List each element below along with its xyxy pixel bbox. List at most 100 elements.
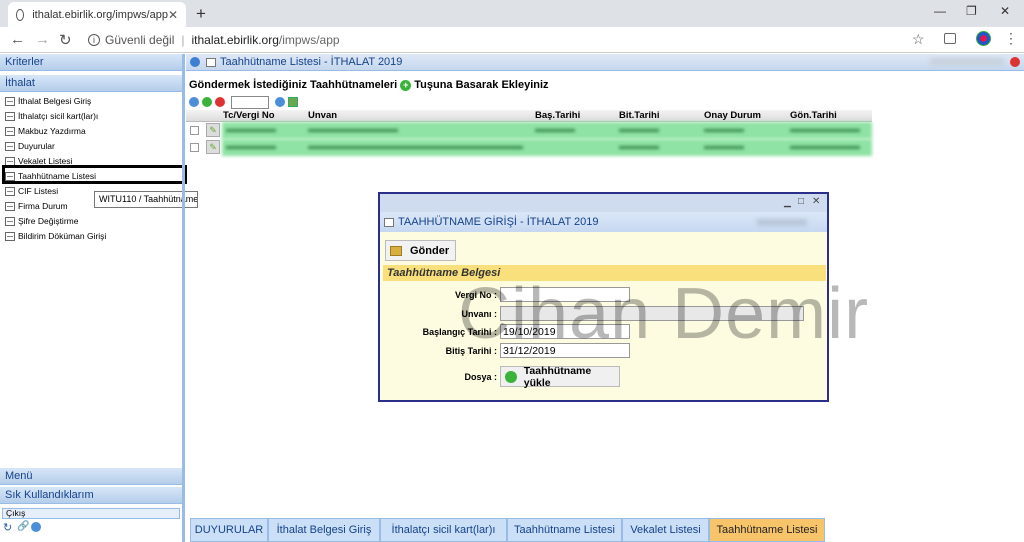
page-icon bbox=[5, 201, 15, 211]
page-icon bbox=[5, 186, 15, 196]
sidebar-item-label: Duyurular bbox=[18, 141, 55, 151]
tab-vekalet-listesi[interactable]: Vekalet Listesi bbox=[622, 518, 709, 542]
page-icon bbox=[5, 96, 15, 106]
sidebar-item[interactable]: Bildirim Döküman Girişi bbox=[3, 229, 182, 243]
close-window-icon[interactable]: ✕ bbox=[1000, 4, 1010, 18]
security-label: Güvenli değil bbox=[105, 33, 175, 47]
table-row[interactable]: ✎ bbox=[186, 139, 872, 156]
send-button[interactable]: Gönder bbox=[385, 240, 456, 261]
dialog-maximize-icon[interactable]: □ bbox=[798, 196, 804, 207]
menu-kebab-icon[interactable]: ⋮ bbox=[1004, 30, 1018, 47]
add-icon: + bbox=[400, 79, 412, 91]
row-checkbox[interactable] bbox=[190, 126, 199, 135]
send-label: Gönder bbox=[410, 244, 450, 257]
page-icon bbox=[5, 126, 15, 136]
address-bar[interactable]: i Güvenli değil | ithalat.ebirlik.org/im… bbox=[82, 30, 940, 50]
edit-icon[interactable]: ✎ bbox=[206, 123, 220, 137]
settings-icon[interactable] bbox=[189, 97, 199, 107]
tab-duyurular[interactable]: DUYURULAR bbox=[190, 518, 268, 542]
dialog-topbar: ▁ □ ✕ bbox=[380, 194, 827, 212]
menu-footer[interactable]: Menü bbox=[0, 468, 182, 485]
refresh-icon[interactable]: ↻ bbox=[3, 521, 12, 534]
dialog-close-icon[interactable]: ✕ bbox=[812, 196, 820, 207]
page-icon bbox=[5, 141, 15, 151]
page-icon bbox=[206, 57, 216, 67]
reload-icon[interactable]: ↻ bbox=[59, 31, 72, 49]
dialog-title-text: TAAHHÜTNAME GİRİŞİ - İTHALAT 2019 bbox=[398, 216, 599, 228]
sidebar-item[interactable]: Makbuz Yazdırma bbox=[3, 124, 182, 138]
browser-tab[interactable]: ithalat.ebirlik.org/impws/app ✕ bbox=[8, 2, 186, 27]
bookmark-star-icon[interactable]: ☆ bbox=[912, 31, 925, 48]
col-onay[interactable]: Onay Durum bbox=[704, 110, 761, 121]
tab-taahhutname-listesi-active[interactable]: Taahhütname Listesi bbox=[709, 518, 825, 542]
browser-tab-title: ithalat.ebirlik.org/impws/app bbox=[32, 8, 168, 21]
user-name-blurred bbox=[930, 58, 1004, 66]
send-icon bbox=[390, 245, 402, 256]
col-vergi[interactable]: Tc/Vergi No bbox=[223, 110, 275, 121]
watermark-text: Cihan Demir bbox=[458, 274, 870, 354]
page-title: Taahhütname Listesi - İTHALAT 2019 bbox=[220, 56, 403, 68]
tab-ithalatci-sicil[interactable]: İthalatçı sicil kart(lar)ı bbox=[380, 518, 507, 542]
page-icon bbox=[5, 231, 15, 241]
tab-taahhutname-listesi[interactable]: Taahhütname Listesi bbox=[507, 518, 622, 542]
row-checkbox[interactable] bbox=[190, 143, 199, 152]
new-tab-button[interactable]: + bbox=[196, 4, 206, 24]
favorites-header[interactable]: Sık Kullandıklarım bbox=[0, 487, 182, 504]
selected-item-highlight bbox=[2, 165, 187, 184]
delete-button[interactable] bbox=[215, 97, 225, 107]
col-bit[interactable]: Bit.Tarihi bbox=[619, 110, 659, 121]
dialog-page-icon bbox=[384, 217, 394, 227]
url-path: /impws/app bbox=[278, 33, 340, 47]
edit-icon[interactable]: ✎ bbox=[206, 140, 220, 154]
col-gon[interactable]: Gön.Tarihi bbox=[790, 110, 837, 121]
sidebar-item-label: İthalat Belgesi Giriş bbox=[18, 96, 92, 106]
minimize-icon[interactable]: — bbox=[934, 4, 946, 18]
ithalat-header[interactable]: İthalat bbox=[0, 75, 182, 92]
excel-icon[interactable] bbox=[288, 97, 298, 107]
kriterler-header[interactable]: Kriterler bbox=[0, 54, 182, 71]
restore-icon[interactable]: ❐ bbox=[966, 4, 977, 18]
sidebar-item-label: Firma Durum bbox=[18, 201, 68, 211]
add-button[interactable] bbox=[202, 97, 212, 107]
col-unvan[interactable]: Unvan bbox=[308, 110, 337, 121]
page-icon bbox=[5, 216, 15, 226]
dialog-minimize-icon[interactable]: ▁ bbox=[784, 197, 791, 208]
sidebar-item[interactable]: Şifre Değiştirme bbox=[3, 214, 182, 228]
dosya-label: Dosya : bbox=[464, 372, 497, 382]
panel-divider[interactable] bbox=[182, 54, 185, 542]
sidebar-item-label: Şifre Değiştirme bbox=[18, 216, 79, 226]
link-icon[interactable]: 🔗 bbox=[17, 521, 29, 532]
col-bas[interactable]: Baş.Tarihi bbox=[535, 110, 580, 121]
sidebar-item[interactable]: İthalatçı sicil kart(lar)ı bbox=[3, 109, 182, 123]
back-icon[interactable]: ← bbox=[10, 31, 25, 48]
logout-icon[interactable] bbox=[1010, 57, 1020, 67]
sidebar-item[interactable]: Duyurular bbox=[3, 139, 182, 153]
upload-label: Taahhütname yükle bbox=[523, 364, 592, 389]
dialog-user-blurred bbox=[757, 218, 807, 226]
main-header: Taahhütname Listesi - İTHALAT 2019 bbox=[186, 54, 1024, 71]
close-tab-icon[interactable]: ✕ bbox=[168, 8, 178, 22]
table-row[interactable]: ✎ bbox=[186, 122, 872, 139]
tab-ithalat-belgesi[interactable]: İthalat Belgesi Giriş bbox=[268, 518, 380, 542]
instruction-text: Göndermek İstediğiniz Taahhütnameleri + … bbox=[189, 79, 549, 91]
taahhutname-grid: Tc/Vergi No Unvan Baş.Tarihi Bit.Tarihi … bbox=[186, 110, 872, 156]
exit-button[interactable]: Çıkış bbox=[2, 508, 180, 519]
globe-small-icon[interactable] bbox=[31, 522, 41, 532]
upload-button[interactable]: Taahhütname yükle bbox=[500, 364, 620, 389]
grid-toolbar bbox=[189, 95, 298, 109]
page-icon bbox=[5, 111, 15, 121]
sidebar-item-label: Bildirim Döküman Girişi bbox=[18, 231, 107, 241]
cast-icon[interactable] bbox=[944, 33, 956, 44]
sidebar-item[interactable]: İthalat Belgesi Giriş bbox=[3, 94, 182, 108]
sidebar-item-label: CIF Listesi bbox=[18, 186, 59, 196]
grid-header: Tc/Vergi No Unvan Baş.Tarihi Bit.Tarihi … bbox=[186, 110, 872, 122]
search-input[interactable] bbox=[231, 95, 269, 109]
add-file-icon bbox=[505, 370, 517, 383]
profile-avatar[interactable] bbox=[976, 31, 991, 46]
globe-icon bbox=[16, 8, 25, 21]
search-icon[interactable] bbox=[275, 97, 285, 107]
forward-icon[interactable]: → bbox=[35, 31, 50, 48]
info-icon[interactable]: i bbox=[88, 34, 100, 46]
instruction-pre: Göndermek İstediğiniz Taahhütnameleri bbox=[189, 79, 398, 91]
collapse-icon[interactable] bbox=[190, 57, 200, 67]
